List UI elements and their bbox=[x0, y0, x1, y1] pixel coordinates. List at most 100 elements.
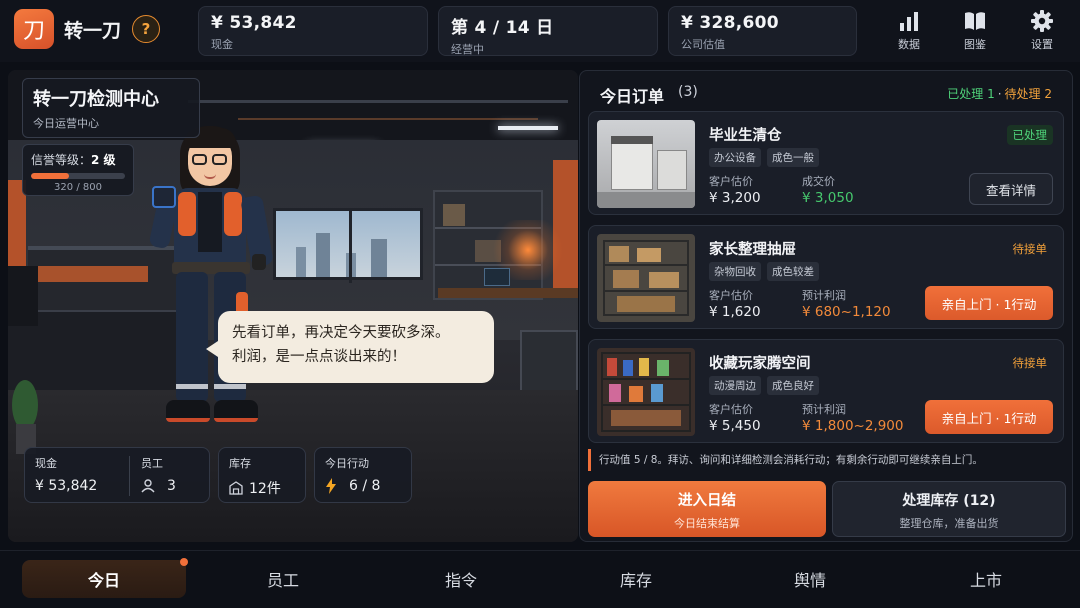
desk bbox=[438, 288, 578, 298]
orders-panel: 今日订单 (3) 已处理 1 · 待处理 2 毕业生清仓 办公设备 成色一般 已处理… bbox=[579, 70, 1073, 542]
cash-staff-card: 现金 ¥ 53,842 员工 3 bbox=[24, 447, 210, 503]
summary-cash: 现金 ¥ 53,842 bbox=[35, 455, 97, 494]
nav-ipo-label: 上市 bbox=[969, 571, 1002, 590]
nav-today[interactable]: 今日 bbox=[22, 558, 188, 598]
valuation-stat-label: 公司估值 bbox=[681, 38, 725, 51]
summary-cash-value: ¥ 53,842 bbox=[35, 478, 98, 494]
orange-chairs bbox=[38, 266, 148, 282]
codex-label: 图鉴 bbox=[964, 38, 986, 51]
office-scene: 转一刀检测中心 今日运营中心 信誉等级：2 级 320 / 800 先看订单，再… bbox=[8, 70, 578, 542]
valuation-stat: ¥ 328,600 公司估值 bbox=[668, 6, 857, 56]
order-tag: 办公设备 bbox=[709, 148, 761, 167]
order-tags: 杂物回收 成色较差 bbox=[709, 262, 819, 281]
hq-title: 转一刀检测中心 bbox=[33, 89, 159, 110]
counter-side bbox=[8, 266, 38, 326]
top-bar: 刀 转一刀 ? ¥ 53,842 现金 第 4 / 14 日 经营中 ¥ 328… bbox=[0, 0, 1080, 62]
divider bbox=[129, 456, 130, 496]
nav-commands[interactable]: 指令 bbox=[379, 560, 543, 598]
summary-staff-value: 3 bbox=[167, 478, 176, 494]
settings-button[interactable]: 设置 bbox=[1020, 10, 1064, 52]
end-day-button[interactable]: 进入日结 今日结束结算 bbox=[588, 481, 826, 537]
process-inventory-title: 处理库存 (12) bbox=[902, 493, 996, 509]
reputation-card: 信誉等级：2 级 320 / 800 bbox=[22, 144, 134, 196]
nav-public-opinion-label: 舆情 bbox=[793, 571, 826, 590]
order-name: 家长整理抽屉 bbox=[709, 242, 796, 258]
action-points-note: 行动值 5 / 8。拜访、询问和详细检测会消耗行动；有剩余行动即可继续亲自上门。 bbox=[588, 449, 1064, 471]
order-card[interactable]: 毕业生清仓 办公设备 成色一般 已处理 客户估价 ¥ 3,200 成交价 ¥ 3… bbox=[588, 111, 1064, 215]
order-tags: 办公设备 成色一般 bbox=[709, 148, 819, 167]
estimate-value: ¥ 3,200 bbox=[709, 190, 761, 206]
order-thumbnail bbox=[597, 120, 695, 208]
data-button[interactable]: 数据 bbox=[887, 10, 931, 52]
hq-subtitle: 今日运营中心 bbox=[33, 117, 99, 130]
reputation-line: 信誉等级：2 级 bbox=[31, 151, 125, 168]
orders-count: (3) bbox=[678, 84, 698, 100]
speech-bubble: 先看订单，再决定今天要砍多深。 利润，是一点点谈出来的！ bbox=[206, 311, 494, 383]
day-stat-value: 第 4 / 14 日 bbox=[451, 18, 554, 38]
status-badge: 已处理 bbox=[1006, 125, 1053, 145]
valuation-stat-value: ¥ 328,600 bbox=[681, 13, 779, 33]
gear-icon bbox=[1031, 10, 1053, 32]
order-card[interactable]: 家长整理抽屉 杂物回收 成色较差 待接单 客户估价 ¥ 1,620 预计利润 ¥… bbox=[588, 225, 1064, 329]
cash-stat: ¥ 53,842 现金 bbox=[198, 6, 428, 56]
process-inventory-button[interactable]: 处理库存 (12) 整理仓库，准备出货 bbox=[832, 481, 1066, 537]
nav-ipo[interactable]: 上市 bbox=[904, 560, 1068, 598]
estimate-label: 客户估价 bbox=[709, 175, 753, 188]
orders-title: 今日订单 bbox=[600, 87, 665, 106]
codex-button[interactable]: 图鉴 bbox=[953, 10, 997, 52]
profit-value: ¥ 680~1,120 bbox=[802, 304, 891, 320]
order-name: 毕业生清仓 bbox=[709, 128, 782, 144]
nav-inventory[interactable]: 库存 bbox=[554, 560, 718, 598]
character-manager bbox=[148, 122, 288, 442]
warehouse-icon bbox=[229, 481, 243, 495]
visit-button[interactable]: 亲自上门 · 1行动 bbox=[925, 286, 1053, 320]
speech-line-2: 利润，是一点点谈出来的！ bbox=[232, 349, 406, 365]
profit-label: 预计利润 bbox=[802, 403, 846, 416]
cash-stat-value: ¥ 53,842 bbox=[211, 13, 297, 33]
ceiling-pipe bbox=[188, 100, 568, 103]
app-name: 转一刀 bbox=[64, 20, 122, 42]
estimate-label: 客户估价 bbox=[709, 289, 753, 302]
order-tag: 动漫周边 bbox=[709, 376, 761, 395]
reputation-bar bbox=[31, 173, 125, 179]
ceiling-pipe bbox=[238, 118, 538, 120]
nav-inventory-label: 库存 bbox=[619, 571, 652, 590]
end-day-subtitle: 今日结束结算 bbox=[674, 517, 740, 530]
view-details-button[interactable]: 查看详情 bbox=[969, 173, 1053, 205]
deal-price-label: 成交价 bbox=[802, 175, 835, 188]
day-stat: 第 4 / 14 日 经营中 bbox=[438, 6, 658, 56]
help-button[interactable]: ? bbox=[132, 15, 160, 43]
app-logo: 刀 bbox=[14, 9, 54, 49]
data-label: 数据 bbox=[898, 38, 920, 51]
nav-public-opinion[interactable]: 舆情 bbox=[728, 560, 892, 598]
stock-card[interactable]: 库存 12件 bbox=[218, 447, 306, 503]
summary-staff: 员工 3 bbox=[141, 455, 176, 494]
reputation-bar-fill bbox=[31, 173, 69, 179]
nav-commands-label: 指令 bbox=[444, 571, 477, 590]
summary-stock-row: 12件 bbox=[229, 478, 295, 498]
order-name: 收藏玩家腾空间 bbox=[709, 356, 811, 372]
visit-button[interactable]: 亲自上门 · 1行动 bbox=[925, 400, 1053, 434]
summary-action-value: 6 / 8 bbox=[349, 478, 381, 494]
action-card: 今日行动 6 / 8 bbox=[314, 447, 412, 503]
settings-label: 设置 bbox=[1031, 38, 1053, 51]
orders-pending: 待处理 2 bbox=[1004, 87, 1052, 101]
order-thumbnail bbox=[597, 234, 695, 322]
order-tag: 成色良好 bbox=[767, 376, 819, 395]
cash-stat-label: 现金 bbox=[211, 38, 233, 51]
nav-staff[interactable]: 员工 bbox=[201, 560, 365, 598]
profit-label: 预计利润 bbox=[802, 289, 846, 302]
person-icon bbox=[141, 479, 155, 493]
order-card[interactable]: 收藏玩家腾空间 动漫周边 成色良好 待接单 客户估价 ¥ 5,450 预计利润 … bbox=[588, 339, 1064, 443]
status-badge: 待接单 bbox=[1012, 356, 1048, 370]
summary-action-row: 6 / 8 bbox=[325, 478, 401, 494]
end-day-title: 进入日结 bbox=[678, 493, 736, 509]
status-dot: · bbox=[997, 87, 1002, 101]
order-tags: 动漫周边 成色良好 bbox=[709, 376, 819, 395]
nav-today-label: 今日 bbox=[87, 571, 120, 590]
estimate-value: ¥ 5,450 bbox=[709, 418, 761, 434]
ceiling-light bbox=[498, 126, 558, 130]
monitor bbox=[484, 268, 510, 286]
status-badge: 待接单 bbox=[1012, 242, 1048, 256]
bar-chart-icon bbox=[900, 12, 918, 31]
